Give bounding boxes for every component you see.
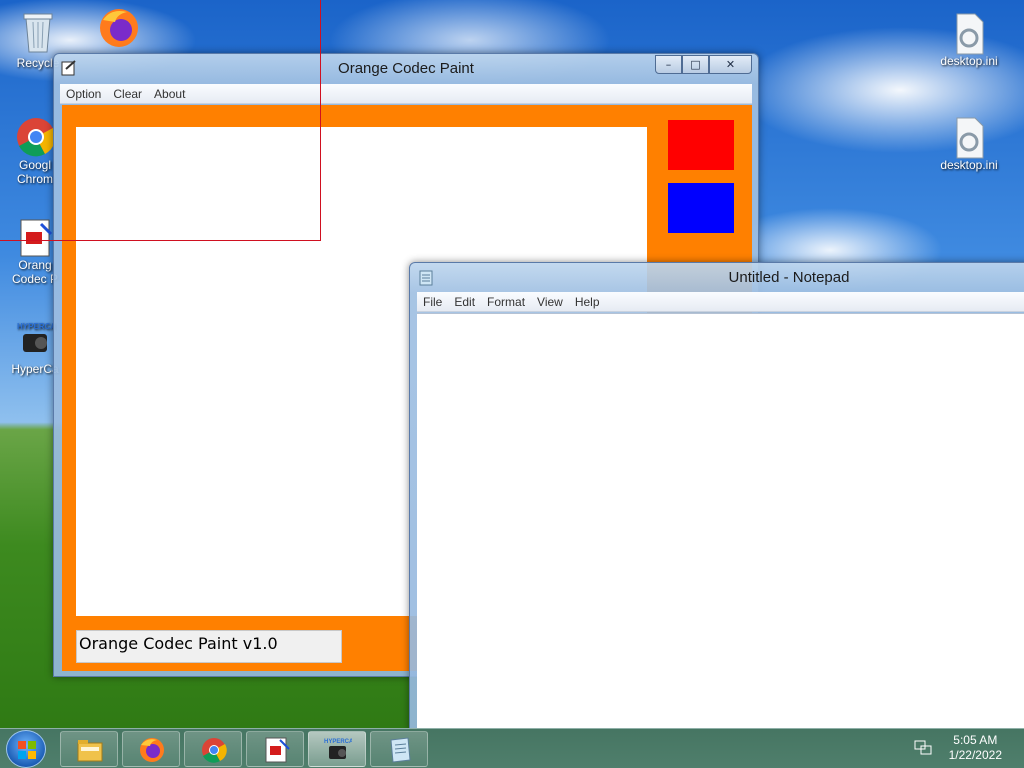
orange-codec-paint-icon <box>15 216 55 257</box>
chrome-icon <box>200 736 228 764</box>
taskbar-hypercam[interactable]: HYPERCAM <box>308 731 366 767</box>
clock-time: 5:05 AM <box>953 733 998 747</box>
notepad-icon <box>386 736 414 764</box>
menu-help[interactable]: Help <box>569 292 606 309</box>
desktop-icon-firefox[interactable] <box>82 6 152 48</box>
chrome-icon <box>15 116 56 157</box>
taskbar-firefox[interactable] <box>122 731 180 767</box>
menu-about[interactable]: About <box>148 84 191 101</box>
recycle-bin-icon <box>18 8 58 53</box>
taskbar-notepad[interactable] <box>370 731 428 767</box>
firefox-icon <box>138 736 166 764</box>
windows-logo-icon <box>18 741 36 759</box>
orange-codec-paint-icon <box>262 736 290 764</box>
menu-edit[interactable]: Edit <box>448 292 481 309</box>
close-button[interactable]: ✕ <box>709 55 752 74</box>
hypercam-icon: HYPERCAM <box>15 320 63 360</box>
settings-file-icon <box>949 12 989 55</box>
desktop: Recycle Googl Chrom Orang Codec P HYPERC… <box>0 0 1024 728</box>
status-label: Orange Codec Paint v1.0 <box>76 630 342 663</box>
notepad-menubar: File Edit Format View Help <box>417 292 1024 312</box>
menu-clear[interactable]: Clear <box>107 84 148 101</box>
paint-titlebar[interactable]: Orange Codec Paint – □ ✕ <box>54 54 758 82</box>
taskbar-orange-codec-paint[interactable] <box>246 731 304 767</box>
clock-date: 1/22/2022 <box>948 748 1002 762</box>
file-explorer-icon <box>76 736 104 764</box>
clock[interactable]: 5:05 AM 1/22/2022 <box>949 733 1002 763</box>
settings-file-icon <box>949 116 989 159</box>
menu-view[interactable]: View <box>531 292 569 309</box>
taskbar-file-explorer[interactable] <box>60 731 118 767</box>
blue-color-swatch[interactable] <box>668 183 734 233</box>
maximize-button[interactable]: □ <box>682 55 709 74</box>
firefox-icon <box>97 6 138 47</box>
desktop-icon-desktop-ini-1[interactable]: desktop.ini <box>934 12 1004 68</box>
desktop-icon-label: desktop.ini <box>940 54 998 68</box>
menu-file[interactable]: File <box>417 292 448 309</box>
network-tray-icon[interactable] <box>914 740 932 756</box>
notepad-text-area[interactable] <box>417 313 1024 728</box>
red-color-swatch[interactable] <box>668 120 734 170</box>
paint-window-title: Orange Codec Paint <box>338 60 474 77</box>
start-button[interactable] <box>6 730 46 768</box>
notepad-app-icon <box>418 270 434 286</box>
taskbar-chrome[interactable] <box>184 731 242 767</box>
desktop-icon-desktop-ini-2[interactable]: desktop.ini <box>934 116 1004 172</box>
svg-text:HYPERCAM: HYPERCAM <box>17 322 57 331</box>
paint-menubar: Option Clear About <box>60 84 752 104</box>
menu-option[interactable]: Option <box>60 84 107 101</box>
svg-text:HYPERCAM: HYPERCAM <box>324 739 352 745</box>
notepad-titlebar[interactable]: Untitled - Notepad <box>410 263 1024 291</box>
menu-format[interactable]: Format <box>481 292 531 309</box>
desktop-icon-label: desktop.ini <box>940 158 998 172</box>
minimize-button[interactable]: – <box>655 55 682 74</box>
notepad-window: Untitled - Notepad File Edit Format View Hel… <box>409 262 1024 728</box>
hypercam-icon: HYPERCAM <box>324 736 358 764</box>
taskbar: HYPERCAM 5:05 AM 1/22/2022 <box>0 728 1024 768</box>
notepad-window-title: Untitled - Notepad <box>728 269 850 286</box>
